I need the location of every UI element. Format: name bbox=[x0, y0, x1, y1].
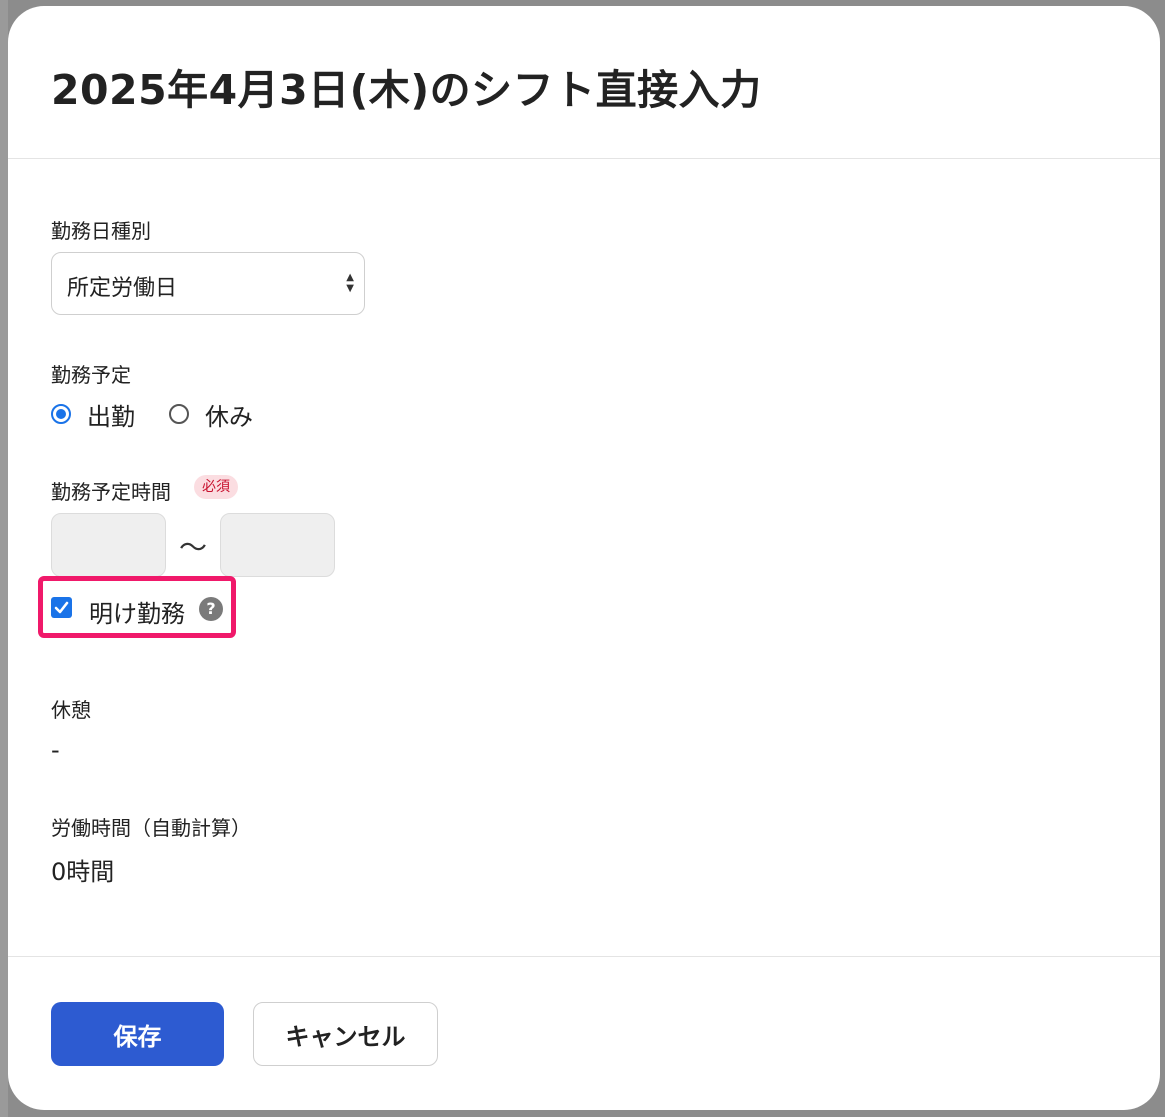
required-badge: 必須 bbox=[194, 475, 238, 499]
select-arrows-icon: ▲ ▼ bbox=[346, 272, 354, 294]
work-schedule-label: 勤務予定 bbox=[51, 363, 131, 387]
break-label: 休憩 bbox=[51, 698, 91, 722]
break-value: - bbox=[51, 736, 60, 764]
end-time-input[interactable] bbox=[220, 513, 335, 577]
radio-option-attend[interactable]: 出勤 bbox=[51, 399, 135, 431]
modal-footer: 保存 キャンセル bbox=[8, 956, 1160, 1110]
shift-input-modal: 2025年4月3日(木)のシフト直接入力 勤務日種別 所定労働日 ▲ ▼ 勤務予定… bbox=[8, 6, 1160, 1110]
radio-attend-icon[interactable] bbox=[51, 404, 71, 424]
work-day-type-label: 勤務日種別 bbox=[51, 219, 151, 243]
time-separator: 〜 bbox=[179, 531, 208, 564]
working-hours-value: 0時間 bbox=[51, 858, 115, 886]
radio-attend-label: 出勤 bbox=[87, 402, 135, 431]
modal-title: 2025年4月3日(木)のシフト直接入力 bbox=[51, 66, 762, 114]
work-day-type-select[interactable]: 所定労働日 ▲ ▼ bbox=[51, 252, 365, 315]
cancel-button[interactable]: キャンセル bbox=[253, 1002, 438, 1066]
radio-off-label: 休み bbox=[205, 402, 253, 431]
work-time-label: 勤務予定時間 bbox=[51, 480, 171, 504]
radio-off-icon[interactable] bbox=[169, 404, 189, 424]
radio-option-off[interactable]: 休み bbox=[169, 399, 253, 431]
start-time-input[interactable] bbox=[51, 513, 166, 577]
working-hours-label: 労働時間（自動計算） bbox=[51, 816, 251, 840]
save-button[interactable]: 保存 bbox=[51, 1002, 224, 1066]
help-question-icon[interactable]: ? bbox=[199, 597, 223, 621]
night-shift-checkbox[interactable] bbox=[51, 597, 72, 618]
modal-header: 2025年4月3日(木)のシフト直接入力 bbox=[8, 6, 1160, 159]
checkmark-icon bbox=[54, 601, 69, 614]
background-page bbox=[0, 0, 8, 1117]
work-day-type-selected-value: 所定労働日 bbox=[67, 276, 178, 301]
night-shift-label: 明け勤務 bbox=[89, 600, 185, 628]
